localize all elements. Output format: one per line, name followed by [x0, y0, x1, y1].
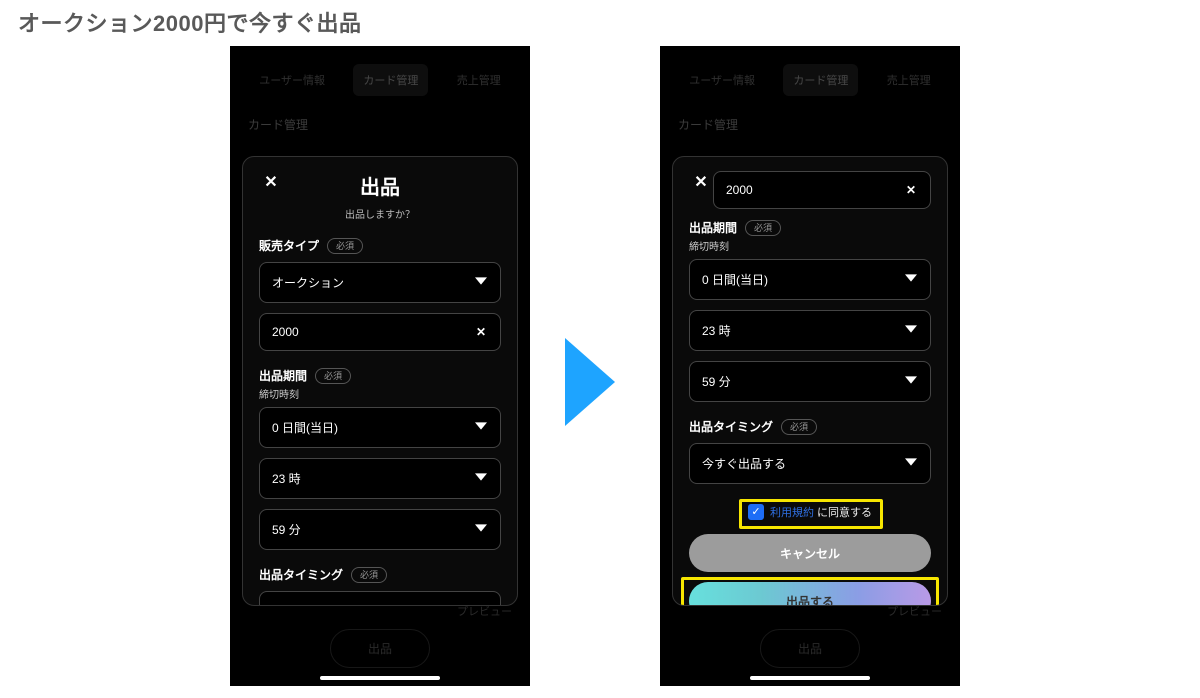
listing-modal-left: ✕ 出品 出品しますか？ 販売タイプ 必須 オークション 2000 ✕ — [242, 156, 518, 606]
days-value: 0 日間(当日) — [702, 271, 768, 288]
hour-select[interactable]: 23 時 — [689, 310, 931, 351]
close-icon[interactable]: ✕ — [261, 175, 281, 195]
chevron-down-icon — [904, 374, 918, 389]
phone-screenshot-left: ユーザー情報 カード管理 売上管理 カード管理 発行者 HABETサポート プレ… — [230, 46, 530, 686]
price-value: 2000 — [272, 325, 299, 339]
terms-suffix: に同意する — [817, 507, 872, 519]
tab-sales-manage[interactable]: 売上管理 — [877, 64, 941, 96]
period-label: 出品期間 — [259, 367, 307, 384]
minute-value: 59 分 — [272, 521, 301, 538]
tab-card-manage[interactable]: カード管理 — [353, 64, 428, 96]
timing-value: 今すぐ出品する — [272, 603, 356, 606]
sell-button[interactable]: 出品する — [689, 582, 931, 606]
deadline-label: 締切時刻 — [689, 238, 931, 253]
stage: ユーザー情報 カード管理 売上管理 カード管理 発行者 HABETサポート プレ… — [0, 38, 1200, 698]
hour-value: 23 時 — [272, 470, 301, 487]
phone-screenshot-right: ユーザー情報 カード管理 売上管理 カード管理 発行者 HABETサポート プレ… — [660, 46, 960, 686]
hour-select[interactable]: 23 時 — [259, 458, 501, 499]
terms-link[interactable]: 利用規約 — [770, 507, 814, 519]
required-badge: 必須 — [351, 567, 387, 583]
price-input[interactable]: 2000 ✕ — [259, 313, 501, 351]
tab-card-manage[interactable]: カード管理 — [783, 64, 858, 96]
price-value: 2000 — [726, 183, 753, 197]
required-badge: 必須 — [327, 238, 363, 254]
days-value: 0 日間(当日) — [272, 419, 338, 436]
listing-modal-right: ✕ 2000 ✕ 出品期間 必須 締切時刻 0 日間(当日) — [672, 156, 948, 606]
required-badge: 必須 — [781, 419, 817, 435]
page-title: オークション2000円で今すぐ出品 — [18, 6, 361, 38]
tab-user-info[interactable]: ユーザー情報 — [679, 64, 765, 96]
bg-sell-button[interactable]: 出品 — [760, 629, 860, 668]
timing-select[interactable]: 今すぐ出品する — [689, 443, 931, 484]
sale-type-value: オークション — [272, 274, 344, 291]
deadline-label: 締切時刻 — [259, 386, 501, 401]
terms-agree-row[interactable]: ✓ 利用規約 に同意する — [689, 498, 931, 526]
chevron-down-icon — [474, 420, 488, 435]
sale-type-label: 販売タイプ — [259, 237, 319, 254]
timing-label: 出品タイミング — [259, 566, 343, 583]
minute-select[interactable]: 59 分 — [689, 361, 931, 402]
days-select[interactable]: 0 日間(当日) — [259, 407, 501, 448]
days-select[interactable]: 0 日間(当日) — [689, 259, 931, 300]
chevron-down-icon — [474, 604, 488, 606]
home-indicator — [750, 676, 870, 680]
required-badge: 必須 — [745, 220, 781, 236]
timing-value: 今すぐ出品する — [702, 455, 786, 472]
chevron-down-icon — [904, 272, 918, 287]
period-label: 出品期間 — [689, 219, 737, 236]
tab-user-info[interactable]: ユーザー情報 — [249, 64, 335, 96]
chevron-down-icon — [474, 522, 488, 537]
close-icon[interactable]: ✕ — [691, 175, 711, 195]
home-indicator — [320, 676, 440, 680]
bg-sell-button[interactable]: 出品 — [330, 629, 430, 668]
price-input[interactable]: 2000 ✕ — [713, 171, 931, 209]
section-title: カード管理 — [230, 96, 530, 133]
clear-icon[interactable]: ✕ — [904, 183, 918, 197]
cancel-button[interactable]: キャンセル — [689, 534, 931, 572]
section-title: カード管理 — [660, 96, 960, 133]
chevron-down-icon — [904, 323, 918, 338]
chevron-down-icon — [904, 456, 918, 471]
checkbox-checked[interactable]: ✓ — [748, 504, 764, 520]
chevron-down-icon — [474, 471, 488, 486]
timing-select[interactable]: 今すぐ出品する — [259, 591, 501, 606]
tab-sales-manage[interactable]: 売上管理 — [447, 64, 511, 96]
minute-select[interactable]: 59 分 — [259, 509, 501, 550]
sale-type-select[interactable]: オークション — [259, 262, 501, 303]
hour-value: 23 時 — [702, 322, 731, 339]
chevron-down-icon — [474, 275, 488, 290]
arrow-right-icon — [565, 338, 615, 426]
minute-value: 59 分 — [702, 373, 731, 390]
modal-title: 出品 — [259, 171, 501, 200]
clear-icon[interactable]: ✕ — [474, 325, 488, 339]
required-badge: 必須 — [315, 368, 351, 384]
timing-label: 出品タイミング — [689, 418, 773, 435]
modal-subtitle: 出品しますか？ — [259, 206, 501, 221]
